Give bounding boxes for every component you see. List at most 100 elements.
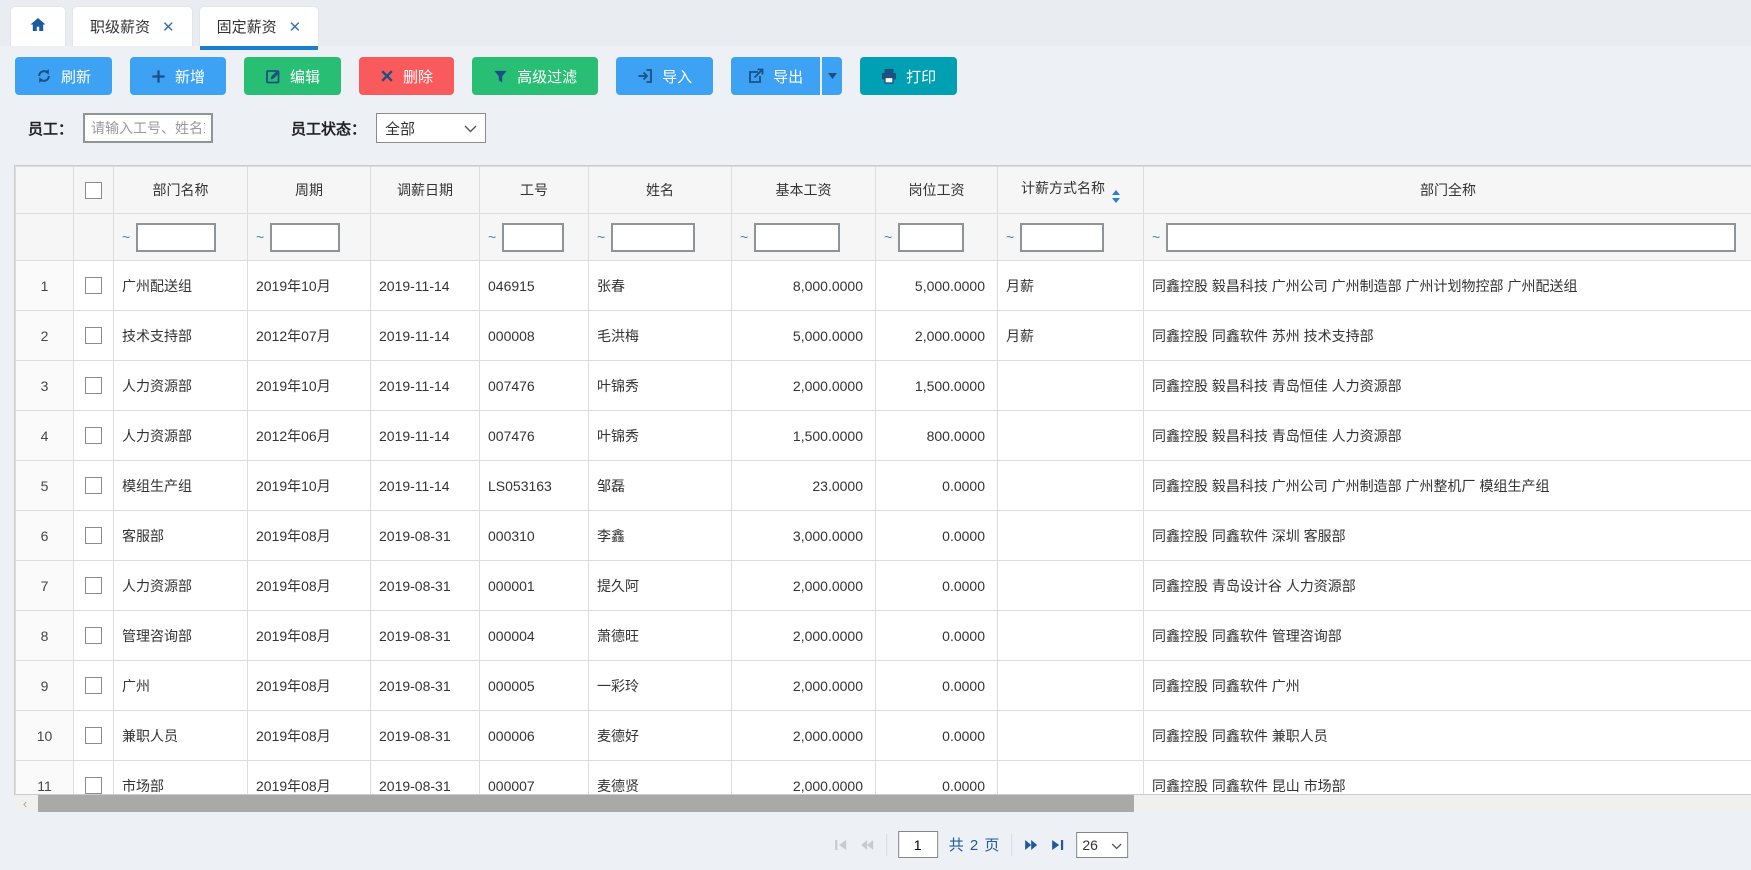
employee-search-input[interactable] bbox=[83, 113, 213, 143]
scroll-left-arrow-icon[interactable]: ‹ bbox=[14, 795, 36, 812]
table-row[interactable]: 11市场部2019年08月2019-08-31000007麦德贤2,000.00… bbox=[16, 761, 1751, 796]
toolbar-button-import[interactable]: 导入 bbox=[616, 57, 713, 95]
row-checkbox[interactable] bbox=[85, 677, 102, 694]
table-row[interactable]: 5模组生产组2019年10月2019-11-14LS053163邹磊23.000… bbox=[16, 461, 1751, 511]
table-row[interactable]: 7人力资源部2019年08月2019-08-31000001提久阿2,000.0… bbox=[16, 561, 1751, 611]
col-header-adjust_date[interactable]: 调薪日期 bbox=[371, 167, 480, 214]
row-number: 1 bbox=[16, 261, 74, 311]
col-header-label: 周期 bbox=[295, 182, 323, 198]
filter-cell-pay_method: ~ bbox=[998, 214, 1144, 261]
first-page-icon[interactable] bbox=[833, 838, 848, 852]
row-checkbox[interactable] bbox=[85, 377, 102, 394]
toolbar-button-edit[interactable]: 编辑 bbox=[244, 57, 341, 95]
row-select-cell bbox=[74, 761, 114, 796]
cell-base_salary: 1,500.0000 bbox=[732, 411, 876, 461]
page-size-select[interactable]: 26 bbox=[1076, 832, 1128, 858]
filter-input-period[interactable] bbox=[270, 223, 340, 252]
toolbar-button-plus[interactable]: 新增 bbox=[130, 57, 226, 95]
row-number: 5 bbox=[16, 461, 74, 511]
toolbar-button-filter[interactable]: 高级过滤 bbox=[472, 57, 598, 95]
tab-rank-salary[interactable]: 职级薪资 ✕ bbox=[72, 6, 193, 46]
table-row[interactable]: 6客服部2019年08月2019-08-31000310李鑫3,000.0000… bbox=[16, 511, 1751, 561]
table-row[interactable]: 2技术支持部2012年07月2019-11-14000008毛洪梅5,000.0… bbox=[16, 311, 1751, 361]
cell-post_salary: 1,500.0000 bbox=[876, 361, 998, 411]
scrollbar-thumb[interactable] bbox=[38, 795, 1134, 812]
row-number: 3 bbox=[16, 361, 74, 411]
col-header-name[interactable]: 姓名 bbox=[589, 167, 732, 214]
filter-input-emp_no[interactable] bbox=[502, 223, 564, 252]
filter-bar: 员工： 员工状态： 全部 bbox=[28, 113, 486, 143]
cell-emp_no: 000008 bbox=[480, 311, 589, 361]
row-checkbox[interactable] bbox=[85, 627, 102, 644]
cell-post_salary: 5,000.0000 bbox=[876, 261, 998, 311]
toolbar-button-print[interactable]: 打印 bbox=[860, 57, 957, 95]
pager-divider bbox=[1011, 834, 1012, 856]
cell-dept_full: 同鑫控股 毅昌科技 青岛恒佳 人力资源部 bbox=[1144, 411, 1751, 461]
prev-page-icon[interactable] bbox=[859, 838, 875, 852]
col-header-base_salary[interactable]: 基本工资 bbox=[732, 167, 876, 214]
row-checkbox[interactable] bbox=[85, 727, 102, 744]
col-header-emp_no[interactable]: 工号 bbox=[480, 167, 589, 214]
last-page-icon[interactable] bbox=[1050, 838, 1065, 852]
filter-input-post_salary[interactable] bbox=[898, 223, 964, 252]
cell-dept: 模组生产组 bbox=[114, 461, 248, 511]
toolbar-button-refresh[interactable]: 刷新 bbox=[15, 57, 112, 95]
tab-home[interactable] bbox=[10, 6, 66, 46]
sort-icon[interactable] bbox=[1112, 190, 1120, 203]
cell-period: 2019年08月 bbox=[248, 711, 371, 761]
table-row[interactable]: 9广州2019年08月2019-08-31000005一彩玲2,000.0000… bbox=[16, 661, 1751, 711]
employee-status-select[interactable]: 全部 bbox=[376, 113, 486, 143]
select-all-checkbox[interactable] bbox=[85, 182, 102, 199]
col-header-dept[interactable]: 部门名称 bbox=[114, 167, 248, 214]
cell-period: 2019年08月 bbox=[248, 761, 371, 796]
tilde-label: ~ bbox=[122, 229, 130, 245]
row-checkbox[interactable] bbox=[85, 527, 102, 544]
page-number-input[interactable] bbox=[898, 831, 938, 858]
row-number: 6 bbox=[16, 511, 74, 561]
toolbar-button-close[interactable]: 删除 bbox=[359, 57, 454, 95]
col-header-period[interactable]: 周期 bbox=[248, 167, 371, 214]
pager-divider bbox=[886, 834, 887, 856]
table-row[interactable]: 10兼职人员2019年08月2019-08-31000006麦德好2,000.0… bbox=[16, 711, 1751, 761]
row-number: 4 bbox=[16, 411, 74, 461]
cell-post_salary: 0.0000 bbox=[876, 711, 998, 761]
next-page-icon[interactable] bbox=[1023, 838, 1039, 852]
toolbar: 刷新 新增编辑删除高级过滤导入导出 打印 bbox=[15, 57, 957, 95]
toolbar-button-export[interactable]: 导出 bbox=[731, 57, 820, 95]
cell-dept_full: 同鑫控股 同鑫软件 昆山 市场部 bbox=[1144, 761, 1751, 796]
tab-fixed-salary[interactable]: 固定薪资 ✕ bbox=[199, 6, 320, 46]
cell-dept: 市场部 bbox=[114, 761, 248, 796]
cell-base_salary: 2,000.0000 bbox=[732, 711, 876, 761]
table-row[interactable]: 1广州配送组2019年10月2019-11-14046915张春8,000.00… bbox=[16, 261, 1751, 311]
toolbar-button-label: 刷新 bbox=[61, 66, 91, 87]
close-icon[interactable]: ✕ bbox=[162, 18, 175, 36]
row-checkbox[interactable] bbox=[85, 477, 102, 494]
filter-cell-name: ~ bbox=[589, 214, 732, 261]
table-row[interactable]: 8管理咨询部2019年08月2019-08-31000004萧德旺2,000.0… bbox=[16, 611, 1751, 661]
row-select-cell bbox=[74, 711, 114, 761]
row-checkbox[interactable] bbox=[85, 577, 102, 594]
row-checkbox[interactable] bbox=[85, 427, 102, 444]
cell-adjust_date: 2019-11-14 bbox=[371, 411, 480, 461]
cell-dept_full: 同鑫控股 青岛设计谷 人力资源部 bbox=[1144, 561, 1751, 611]
row-checkbox[interactable] bbox=[85, 327, 102, 344]
export-dropdown-caret[interactable] bbox=[822, 57, 842, 95]
select-all-header bbox=[74, 167, 114, 214]
row-checkbox[interactable] bbox=[85, 277, 102, 294]
row-checkbox[interactable] bbox=[85, 777, 102, 794]
cell-emp_no: 000006 bbox=[480, 711, 589, 761]
close-icon[interactable]: ✕ bbox=[289, 18, 302, 36]
col-header-pay_method[interactable]: 计薪方式名称 bbox=[998, 167, 1144, 214]
col-header-post_salary[interactable]: 岗位工资 bbox=[876, 167, 998, 214]
filter-input-name[interactable] bbox=[611, 223, 695, 252]
filter-input-pay_method[interactable] bbox=[1020, 223, 1104, 252]
filter-input-dept_full[interactable] bbox=[1166, 223, 1736, 252]
table-row[interactable]: 4人力资源部2012年06月2019-11-14007476叶锦秀1,500.0… bbox=[16, 411, 1751, 461]
filter-input-dept[interactable] bbox=[136, 223, 216, 252]
row-select-cell bbox=[74, 511, 114, 561]
filter-input-base_salary[interactable] bbox=[754, 223, 840, 252]
edit-icon bbox=[265, 68, 281, 84]
cell-post_salary: 0.0000 bbox=[876, 761, 998, 796]
col-header-dept_full[interactable]: 部门全称 bbox=[1144, 167, 1751, 214]
table-row[interactable]: 3人力资源部2019年10月2019-11-14007476叶锦秀2,000.0… bbox=[16, 361, 1751, 411]
